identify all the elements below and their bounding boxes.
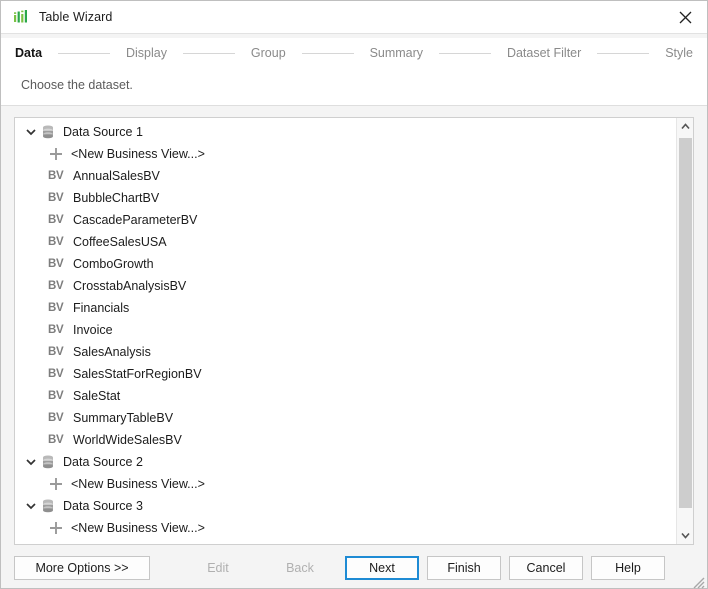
bv-icon: BV <box>48 324 67 336</box>
tree-node-item[interactable]: BV CoffeeSalesUSA <box>15 231 676 253</box>
tree-node-item[interactable]: <New Business View...> <box>15 517 676 539</box>
chevron-down-icon[interactable] <box>24 455 38 469</box>
step-summary[interactable]: Summary <box>370 46 423 60</box>
tree-node-item[interactable]: BV BubbleChartBV <box>15 187 676 209</box>
title-bar: Table Wizard <box>1 1 707 34</box>
more-options-button[interactable]: More Options >> <box>14 556 150 580</box>
tree-node-item[interactable]: BV Invoice <box>15 319 676 341</box>
table-wizard-dialog: Table Wizard Data Display Group Summary … <box>0 0 708 589</box>
chevron-up-icon[interactable] <box>677 118 693 135</box>
dialog-body: Data Source 1 <New Business View...> BV Ann… <box>1 106 707 545</box>
bv-icon: BV <box>48 434 67 446</box>
tree-node-label: WorldWideSalesBV <box>73 433 182 447</box>
vertical-scrollbar[interactable] <box>676 118 693 544</box>
tree-node-label: SaleStat <box>73 389 120 403</box>
bv-icon: BV <box>48 390 67 402</box>
back-button: Back <box>263 556 337 580</box>
bv-icon: BV <box>48 258 67 270</box>
plus-icon <box>48 476 64 492</box>
tree-node-label: SalesStatForRegionBV <box>73 367 202 381</box>
tree-node-item[interactable]: BV SalesAnalysis <box>15 341 676 363</box>
bv-icon: BV <box>48 214 67 226</box>
tree-node-item[interactable]: <New Business View...> <box>15 473 676 495</box>
tree-node-label: CascadeParameterBV <box>73 213 197 227</box>
hint-text: Choose the dataset. <box>21 78 133 92</box>
tree-node-item[interactable]: BV AnnualSalesBV <box>15 165 676 187</box>
next-button[interactable]: Next <box>345 556 419 580</box>
step-divider <box>302 53 354 54</box>
step-dataset-filter[interactable]: Dataset Filter <box>507 46 581 60</box>
edit-button: Edit <box>181 556 255 580</box>
resize-grip-icon[interactable] <box>689 573 705 589</box>
tree-node-datasource[interactable]: Data Source 2 <box>15 451 676 473</box>
tree-node-item[interactable]: BV CrosstabAnalysisBV <box>15 275 676 297</box>
dataset-tree: Data Source 1 <New Business View...> BV Ann… <box>15 118 676 544</box>
tree-node-label: Data Source 2 <box>63 455 143 469</box>
tree-node-item[interactable]: BV SaleStat <box>15 385 676 407</box>
bv-icon: BV <box>48 368 67 380</box>
plus-icon <box>48 146 64 162</box>
tree-node-label: Invoice <box>73 323 113 337</box>
step-display[interactable]: Display <box>126 46 167 60</box>
tree-node-item[interactable]: BV ComboGrowth <box>15 253 676 275</box>
bv-icon: BV <box>48 170 67 182</box>
tree-node-datasource[interactable]: Data Source 3 <box>15 495 676 517</box>
tree-node-item[interactable]: BV Financials <box>15 297 676 319</box>
bar-chart-icon <box>12 8 30 26</box>
tree-node-label: <New Business View...> <box>71 477 205 491</box>
tree-node-item[interactable]: <New Business View...> <box>15 143 676 165</box>
tree-node-label: CrosstabAnalysisBV <box>73 279 186 293</box>
help-button[interactable]: Help <box>591 556 665 580</box>
bv-icon: BV <box>48 302 67 314</box>
window-title: Table Wizard <box>39 10 112 24</box>
tree-node-label: Data Source 3 <box>63 499 143 513</box>
plus-icon <box>48 520 64 536</box>
tree-node-label: AnnualSalesBV <box>73 169 160 183</box>
step-divider <box>439 53 491 54</box>
tree-node-item[interactable]: BV CascadeParameterBV <box>15 209 676 231</box>
tree-node-item[interactable]: BV SalesStatForRegionBV <box>15 363 676 385</box>
bv-icon: BV <box>48 412 67 424</box>
bv-icon: BV <box>48 280 67 292</box>
step-style[interactable]: Style <box>665 46 693 60</box>
tree-node-label: <New Business View...> <box>71 147 205 161</box>
dataset-tree-panel: Data Source 1 <New Business View...> BV Ann… <box>14 117 694 545</box>
tree-node-label: SummaryTableBV <box>73 411 173 425</box>
bv-icon: BV <box>48 236 67 248</box>
finish-button[interactable]: Finish <box>427 556 501 580</box>
tree-node-label: SalesAnalysis <box>73 345 151 359</box>
tree-node-label: <New Business View...> <box>71 521 205 535</box>
database-icon <box>40 454 56 470</box>
close-icon[interactable] <box>663 1 707 33</box>
tree-node-label: BubbleChartBV <box>73 191 159 205</box>
bv-icon: BV <box>48 192 67 204</box>
chevron-down-icon[interactable] <box>24 499 38 513</box>
chevron-down-icon[interactable] <box>677 527 693 544</box>
hint-bar: Choose the dataset. <box>1 68 707 106</box>
wizard-steps: Data Display Group Summary Dataset Filte… <box>1 38 707 68</box>
button-bar: More Options >> Edit Back Next Finish Ca… <box>1 545 707 589</box>
step-divider <box>58 53 110 54</box>
database-icon <box>40 124 56 140</box>
tree-node-datasource[interactable]: Data Source 1 <box>15 121 676 143</box>
tree-node-item[interactable]: BV WorldWideSalesBV <box>15 429 676 451</box>
tree-node-label: ComboGrowth <box>73 257 154 271</box>
tree-node-label: Data Source 1 <box>63 125 143 139</box>
tree-node-item[interactable]: BV SummaryTableBV <box>15 407 676 429</box>
database-icon <box>40 498 56 514</box>
step-divider <box>183 53 235 54</box>
tree-node-label: Financials <box>73 301 129 315</box>
chevron-down-icon[interactable] <box>24 125 38 139</box>
bv-icon: BV <box>48 346 67 358</box>
step-data[interactable]: Data <box>15 46 42 60</box>
scrollbar-thumb[interactable] <box>679 138 692 508</box>
tree-node-label: CoffeeSalesUSA <box>73 235 167 249</box>
step-divider <box>597 53 649 54</box>
step-group[interactable]: Group <box>251 46 286 60</box>
cancel-button[interactable]: Cancel <box>509 556 583 580</box>
